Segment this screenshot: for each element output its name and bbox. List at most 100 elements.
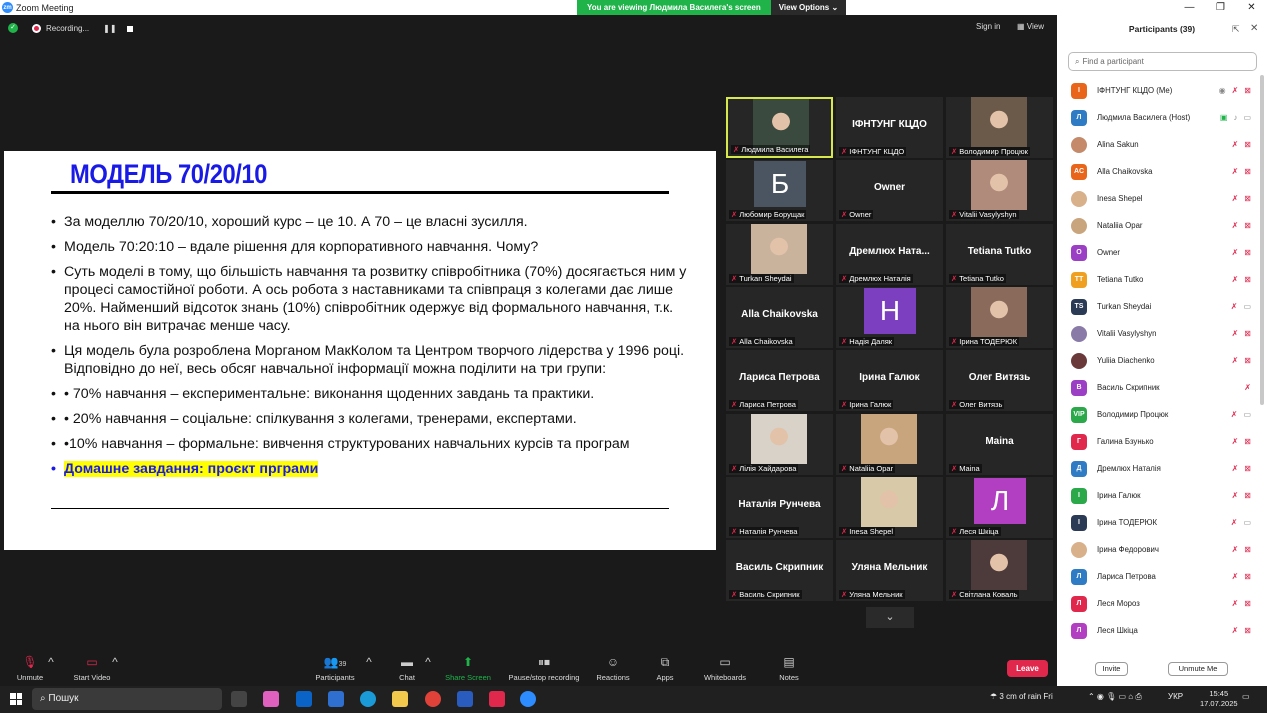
chat-button[interactable]: ▬ Chat <box>394 655 420 682</box>
chrome-icon[interactable] <box>425 691 441 707</box>
video-tile[interactable]: Дремлюх Ната... ✗ Дремлюх Наталія <box>836 223 943 285</box>
video-tile[interactable]: ✗ Світлана Коваль <box>946 540 1053 602</box>
minimize-button[interactable]: — <box>1174 0 1205 15</box>
close-window-button[interactable]: ✕ <box>1236 0 1267 15</box>
video-tile[interactable]: Owner ✗ Owner <box>836 160 943 222</box>
participant-row[interactable]: AC Alla Chaikovska ✗ ⊠ <box>1057 158 1259 185</box>
video-tile[interactable]: Tetiana Tutko ✗ Tetiana Tutko <box>946 223 1053 285</box>
participant-row[interactable]: VIP Володимир Процюк ✗ ▭ <box>1057 401 1259 428</box>
video-tile[interactable]: ✗ Inesa Shepel <box>836 476 943 538</box>
unmute-button[interactable]: 🎙 Unmute <box>14 655 46 682</box>
start-menu-icon[interactable] <box>10 693 22 705</box>
video-tile[interactable]: ✗ Vitalii Vasylyshyn <box>946 160 1053 222</box>
view-options-button[interactable]: View Options ⌄ <box>770 0 847 15</box>
participant-row[interactable]: Vitalii Vasylyshyn ✗ ⊠ <box>1057 320 1259 347</box>
participant-row[interactable]: TS Turkan Sheydai ✗ ▭ <box>1057 293 1259 320</box>
video-tile[interactable]: Alla Chaikovska ✗ Alla Chaikovska <box>726 286 833 348</box>
language-indicator[interactable]: УКР <box>1168 692 1183 701</box>
leave-button[interactable]: Leave <box>1007 660 1048 677</box>
participants-caret[interactable]: ^ <box>362 655 376 673</box>
video-tile[interactable]: ✗ Людмила Василега <box>726 97 833 158</box>
participant-row[interactable]: Г Галина Бзунько ✗ ⊠ <box>1057 428 1259 455</box>
participant-row[interactable]: Д Дремлюх Наталія ✗ ⊠ <box>1057 455 1259 482</box>
stop-recording-button[interactable] <box>126 25 133 32</box>
notes-button[interactable]: ▤ Notes <box>776 655 802 682</box>
participant-name: Vitalii Vasylyshyn <box>1097 329 1157 338</box>
video-tile[interactable]: Наталія Рунчева ✗ Наталія Рунчева <box>726 476 833 538</box>
taskbar-clock[interactable]: 15:45 17.07.2025 <box>1200 689 1238 709</box>
sign-in-link[interactable]: Sign in <box>976 22 1000 31</box>
participant-row[interactable]: O Owner ✗ ⊠ <box>1057 239 1259 266</box>
pause-recording-button[interactable]: ❚❚ <box>103 24 116 33</box>
tile-display-name: Наталія Рунчева <box>738 498 821 510</box>
video-tile[interactable]: ✗ Turkan Sheydai <box>726 223 833 285</box>
edge-icon[interactable] <box>360 691 376 707</box>
participant-row[interactable]: І Ірина Галюк ✗ ⊠ <box>1057 482 1259 509</box>
popout-icon[interactable]: ⇱ <box>1232 24 1240 35</box>
video-options-caret[interactable]: ^ <box>108 655 122 673</box>
participant-row[interactable]: Alina Sakun ✗ ⊠ <box>1057 131 1259 158</box>
taskbar-search[interactable]: ⌕ Пошук <box>32 688 222 710</box>
caret-up-icon: ^ <box>112 655 118 669</box>
participant-row[interactable]: Л Лариса Петрова ✗ ⊠ <box>1057 563 1259 590</box>
wps-icon[interactable] <box>489 691 505 707</box>
video-tile[interactable]: Лариса Петрова ✗ Лариса Петрова <box>726 350 833 412</box>
task-view-icon[interactable] <box>231 691 247 707</box>
video-tile[interactable]: ІФНТУНГ КЦДО ✗ ІФНТУНГ КЦДО <box>836 97 943 158</box>
video-tile[interactable]: ✗ Лілія Хайдарова <box>726 413 833 475</box>
outlook-icon[interactable] <box>296 691 312 707</box>
participant-search-input[interactable]: ⌕ Find a participant <box>1068 52 1257 71</box>
participants-button[interactable]: 👥39 Participants <box>312 655 358 682</box>
video-off-icon: ⊠ <box>1244 140 1251 149</box>
video-tile[interactable]: Л ✗ Леся Шкіца <box>946 476 1053 538</box>
notifications-icon[interactable]: ▭ <box>1242 692 1250 701</box>
word-icon[interactable] <box>457 691 473 707</box>
weather-widget[interactable]: ☂ 3 cm of rain Fri <box>990 692 1053 701</box>
video-tile[interactable]: Н ✗ Надія Даляк <box>836 286 943 348</box>
apps-button[interactable]: ⧉ Apps <box>652 655 678 682</box>
encryption-shield-icon[interactable]: ✓ <box>8 23 18 33</box>
view-button[interactable]: ▦ View <box>1017 22 1044 31</box>
video-tile[interactable]: ✗ Володимир Процюк <box>946 97 1053 158</box>
video-tile[interactable]: ✗ Nataliia Opar <box>836 413 943 475</box>
whiteboards-button[interactable]: ▭ Whiteboards <box>700 655 750 682</box>
participant-list-scrollbar[interactable] <box>1260 75 1264 405</box>
participant-row[interactable]: Yuliia Diachenko ✗ ⊠ <box>1057 347 1259 374</box>
copilot-icon[interactable] <box>263 691 279 707</box>
invite-button[interactable]: Invite <box>1095 662 1128 676</box>
participant-row[interactable]: Inesa Shepel ✗ ⊠ <box>1057 185 1259 212</box>
video-tile[interactable]: Ірина Галюк ✗ Ірина Галюк <box>836 350 943 412</box>
share-screen-button[interactable]: ⬆ Share Screen <box>444 655 492 682</box>
reactions-button[interactable]: ☺ Reactions <box>594 655 632 682</box>
video-tile[interactable]: ✗ Ірина ТОДЕРЮК <box>946 286 1053 348</box>
tile-participant-name: Ірина ТОДЕРЮК <box>959 336 1018 346</box>
participant-row[interactable]: Л Людмила Василега (Host) ▣ ♪ ▭ <box>1057 104 1259 131</box>
unmute-me-button[interactable]: Unmute Me <box>1168 662 1228 676</box>
close-panel-button[interactable]: ✕ <box>1250 23 1258 34</box>
participant-row[interactable]: Л Леся Мороз ✗ ⊠ <box>1057 590 1259 617</box>
video-tile[interactable]: Василь Скрипник ✗ Василь Скрипник <box>726 540 833 602</box>
video-tile[interactable]: Уляна Мельник ✗ Уляна Мельник <box>836 540 943 602</box>
tray-icons[interactable]: ⌃ ◉ 🎙 ▭ ⌂ ⎙ <box>1088 692 1142 702</box>
restore-button[interactable]: ❐ <box>1205 0 1236 15</box>
video-tile[interactable]: Maina ✗ Maina <box>946 413 1053 475</box>
participant-row[interactable]: Л Леся Шкіца ✗ ⊠ <box>1057 617 1259 644</box>
participant-row[interactable]: І Ірина ТОДЕРЮК ✗ ▭ <box>1057 509 1259 536</box>
pause-recording-toolbar-button[interactable]: ⏸⏹ Pause/stop recording <box>504 655 584 682</box>
participant-row[interactable]: TT Tetiana Tutko ✗ ⊠ <box>1057 266 1259 293</box>
video-tile[interactable]: Олег Витязь ✗ Олег Витязь <box>946 350 1053 412</box>
participant-row[interactable]: Nataliia Opar ✗ ⊠ <box>1057 212 1259 239</box>
tile-name-label: ✗ Надія Даляк <box>839 336 895 346</box>
video-tile[interactable]: Б ✗ Любомир Борущак <box>726 160 833 222</box>
recording-icon: ◉ <box>1218 86 1226 95</box>
zoom-taskbar-icon[interactable] <box>520 691 536 707</box>
muted-mic-icon: 🎙 <box>22 655 38 669</box>
participant-row[interactable]: Ірина Федорович ✗ ⊠ <box>1057 536 1259 563</box>
participant-row[interactable]: І ІФНТУНГ КЦДО (Me) ◉ ✗ ⊠ <box>1057 77 1259 104</box>
store-icon[interactable] <box>328 691 344 707</box>
chat-caret[interactable]: ^ <box>421 655 435 673</box>
file-explorer-icon[interactable] <box>392 691 408 707</box>
participant-row[interactable]: В Василь Скрипник ✗ <box>1057 374 1259 401</box>
more-tiles-button[interactable]: ⌄ <box>866 607 914 628</box>
audio-options-caret[interactable]: ^ <box>44 655 58 673</box>
